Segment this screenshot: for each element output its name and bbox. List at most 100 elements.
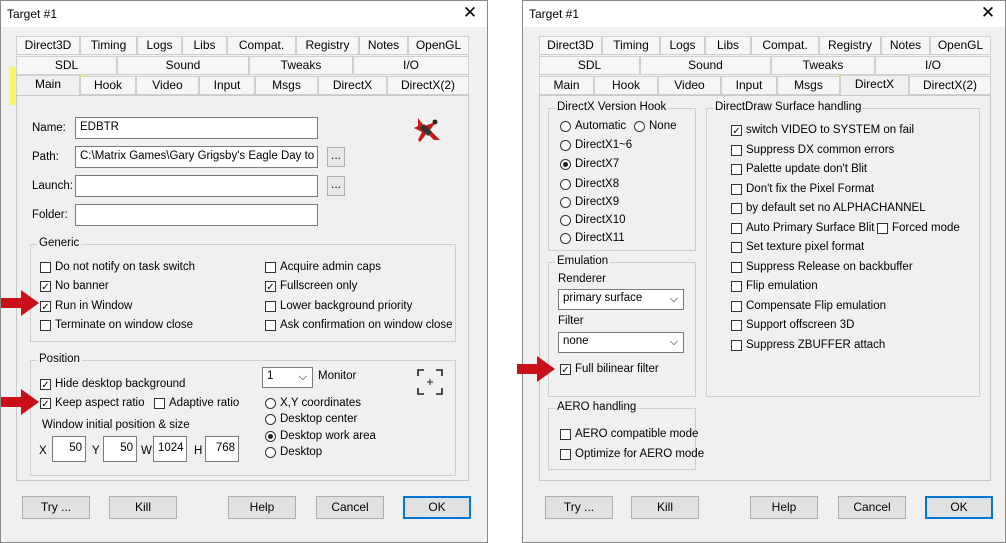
tab-io[interactable]: I/O <box>353 56 469 75</box>
suppress-release-checkbox[interactable]: Suppress Release on backbuffer <box>731 261 913 273</box>
help-button[interactable]: Help <box>228 496 296 519</box>
tab-msgs[interactable]: Msgs <box>255 76 318 95</box>
tab-input[interactable]: Input <box>199 76 255 95</box>
tab-sdl[interactable]: SDL <box>16 56 117 75</box>
tab-sound[interactable]: Sound <box>117 56 249 75</box>
fullscreen-only-checkbox[interactable]: ✓ Fullscreen only <box>265 280 357 293</box>
path-input[interactable]: C:\Matrix Games\Gary Grigsby's Eagle Day… <box>75 146 318 168</box>
desktop-radio[interactable]: Desktop <box>265 446 322 458</box>
lower-priority-checkbox[interactable]: Lower background priority <box>265 300 412 312</box>
ask-confirmation-checkbox[interactable]: Ask confirmation on window close <box>265 319 453 331</box>
keep-aspect-checkbox[interactable]: ✓ Keep aspect ratio <box>40 397 145 410</box>
tab-notes[interactable]: Notes <box>881 36 930 55</box>
texture-pixel-checkbox[interactable]: Set texture pixel format <box>731 241 864 253</box>
filter-select[interactable]: none ⌵ <box>558 332 684 353</box>
flip-emulation-checkbox[interactable]: Flip emulation <box>731 280 818 292</box>
tab-libs[interactable]: Libs <box>182 36 227 55</box>
tab-registry[interactable]: Registry <box>819 36 881 55</box>
folder-input[interactable] <box>75 204 318 226</box>
tab-video[interactable]: Video <box>136 76 199 95</box>
directx7-radio[interactable]: DirectX7 <box>560 158 619 170</box>
forced-mode-checkbox[interactable]: Forced mode <box>877 222 960 234</box>
tab-opengl[interactable]: OpenGL <box>408 36 469 55</box>
hide-desktop-checkbox[interactable]: ✓ Hide desktop background <box>40 378 185 391</box>
tab-sdl[interactable]: SDL <box>539 56 640 75</box>
tab-hook[interactable]: Hook <box>80 76 136 95</box>
auto-primary-blit-checkbox[interactable]: Auto Primary Surface Blit <box>731 222 874 234</box>
try-button[interactable]: Try ... <box>22 496 90 519</box>
tab-main[interactable]: Main <box>16 75 80 96</box>
aero-compatible-checkbox[interactable]: AERO compatible mode <box>560 428 698 440</box>
launch-input[interactable] <box>75 175 318 197</box>
tab-notes[interactable]: Notes <box>359 36 408 55</box>
tab-compat[interactable]: Compat. <box>227 36 296 55</box>
kill-button[interactable]: Kill <box>631 496 699 519</box>
close-icon[interactable]: ✕ <box>977 3 999 23</box>
terminate-on-close-checkbox[interactable]: Terminate on window close <box>40 319 193 331</box>
desktop-center-radio[interactable]: Desktop center <box>265 413 357 425</box>
do-not-notify-checkbox[interactable]: Do not notify on task switch <box>40 261 195 273</box>
no-alphachannel-checkbox[interactable]: by default set no ALPHACHANNEL <box>731 202 926 214</box>
adaptive-ratio-checkbox[interactable]: Adaptive ratio <box>154 397 239 409</box>
optimize-aero-checkbox[interactable]: Optimize for AERO mode <box>560 448 704 460</box>
close-icon[interactable]: ✕ <box>459 3 481 23</box>
tab-directx2[interactable]: DirectX(2) <box>909 76 991 95</box>
suppress-zbuffer-checkbox[interactable]: Suppress ZBUFFER attach <box>731 339 885 351</box>
tab-directx[interactable]: DirectX <box>840 75 909 96</box>
tab-io[interactable]: I/O <box>875 56 991 75</box>
renderer-select[interactable]: primary surface ⌵ <box>558 289 684 310</box>
acquire-admin-checkbox[interactable]: Acquire admin caps <box>265 261 381 273</box>
desktop-work-area-radio[interactable]: Desktop work area <box>265 430 376 442</box>
cancel-button[interactable]: Cancel <box>316 496 384 519</box>
tab-direct3d[interactable]: Direct3D <box>539 36 602 55</box>
tab-libs[interactable]: Libs <box>705 36 751 55</box>
offscreen-3d-checkbox[interactable]: Support offscreen 3D <box>731 319 854 331</box>
compensate-flip-checkbox[interactable]: Compensate Flip emulation <box>731 300 886 312</box>
tab-opengl[interactable]: OpenGL <box>930 36 991 55</box>
tab-directx2[interactable]: DirectX(2) <box>387 76 469 95</box>
tab-input[interactable]: Input <box>721 76 777 95</box>
tab-directx[interactable]: DirectX <box>318 76 387 95</box>
tab-tweaks[interactable]: Tweaks <box>771 56 875 75</box>
tab-tweaks[interactable]: Tweaks <box>249 56 353 75</box>
tab-direct3d[interactable]: Direct3D <box>16 36 80 55</box>
tab-main[interactable]: Main <box>539 76 594 95</box>
run-in-window-checkbox[interactable]: ✓ Run in Window <box>40 300 132 313</box>
suppress-dx-errors-checkbox[interactable]: Suppress DX common errors <box>731 144 894 156</box>
fullscreen-corners-icon[interactable] <box>417 369 443 395</box>
tab-logs[interactable]: Logs <box>660 36 705 55</box>
h-input[interactable]: 768 <box>205 436 239 462</box>
help-button[interactable]: Help <box>750 496 818 519</box>
ok-button[interactable]: OK <box>403 496 471 519</box>
tab-msgs[interactable]: Msgs <box>777 76 840 95</box>
directx9-radio[interactable]: DirectX9 <box>560 196 619 208</box>
y-input[interactable]: 50 <box>103 436 137 462</box>
automatic-radio[interactable]: Automatic <box>560 120 626 132</box>
tab-compat[interactable]: Compat. <box>751 36 819 55</box>
tab-hook[interactable]: Hook <box>594 76 658 95</box>
tab-logs[interactable]: Logs <box>137 36 182 55</box>
full-bilinear-checkbox[interactable]: ✓ Full bilinear filter <box>560 363 659 376</box>
try-button[interactable]: Try ... <box>545 496 613 519</box>
browse-launch-button[interactable]: ... <box>327 176 345 196</box>
palette-update-checkbox[interactable]: Palette update don't Blit <box>731 163 867 175</box>
directx11-radio[interactable]: DirectX11 <box>560 232 625 244</box>
tab-sound[interactable]: Sound <box>640 56 771 75</box>
w-input[interactable]: 1024 <box>153 436 187 462</box>
name-input[interactable]: EDBTR <box>75 117 318 139</box>
dont-fix-pixel-checkbox[interactable]: Don't fix the Pixel Format <box>731 183 874 195</box>
browse-path-button[interactable]: ... <box>327 147 345 167</box>
directx10-radio[interactable]: DirectX10 <box>560 214 626 226</box>
no-banner-checkbox[interactable]: ✓ No banner <box>40 280 109 293</box>
x-input[interactable]: 50 <box>52 436 86 462</box>
xy-coordinates-radio[interactable]: X,Y coordinates <box>265 397 361 409</box>
directx8-radio[interactable]: DirectX8 <box>560 178 619 190</box>
ok-button[interactable]: OK <box>925 496 993 519</box>
tab-timing[interactable]: Timing <box>602 36 660 55</box>
directx1-6-radio[interactable]: DirectX1~6 <box>560 139 632 151</box>
kill-button[interactable]: Kill <box>109 496 177 519</box>
monitor-select[interactable]: 1 ⌵ <box>262 367 313 388</box>
tab-video[interactable]: Video <box>658 76 721 95</box>
none-radio[interactable]: None <box>634 120 677 132</box>
switch-video-checkbox[interactable]: ✓ switch VIDEO to SYSTEM on fail <box>731 124 914 137</box>
